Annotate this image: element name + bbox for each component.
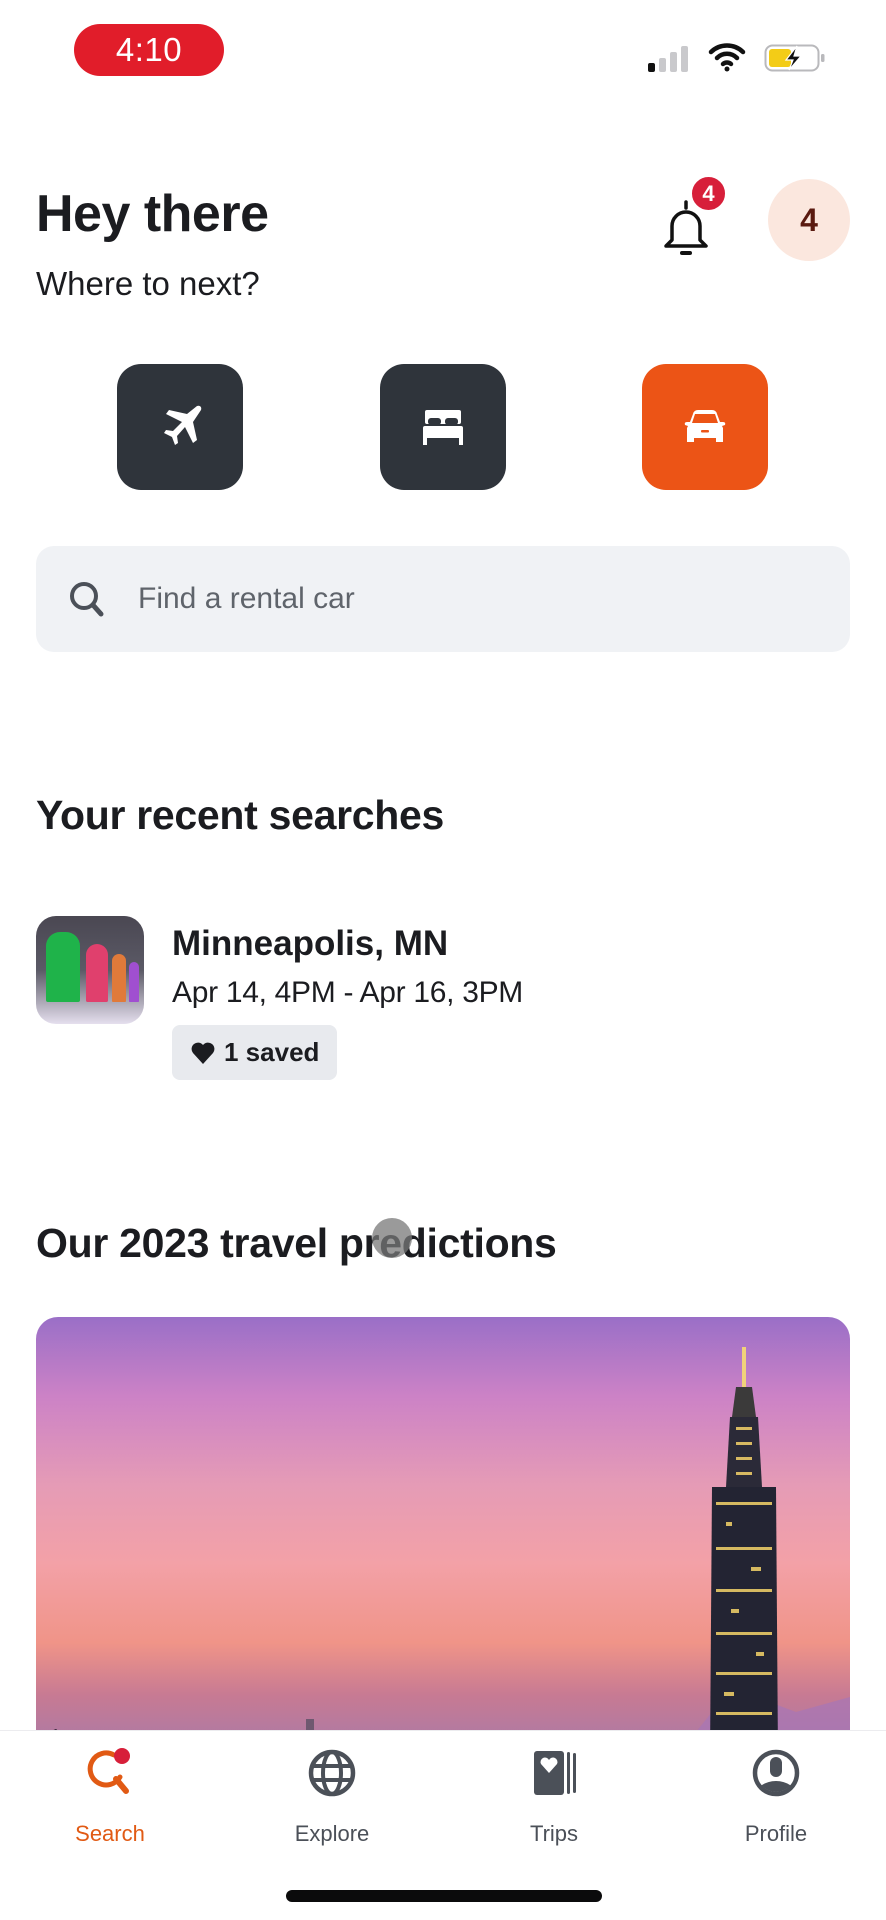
travel-predictions-card[interactable] xyxy=(36,1317,850,1757)
stays-button[interactable] xyxy=(380,364,506,490)
recent-search-item[interactable]: Minneapolis, MN Apr 14, 4PM - Apr 16, 3P… xyxy=(36,916,850,1086)
destination-thumbnail xyxy=(36,916,144,1024)
notification-badge: 4 xyxy=(690,175,727,212)
bed-icon xyxy=(423,410,463,445)
globe-icon xyxy=(308,1749,356,1797)
touch-indicator xyxy=(372,1218,412,1258)
nav-tab-explore[interactable]: Explore xyxy=(252,1747,412,1847)
cars-button[interactable] xyxy=(642,364,768,490)
profile-icon xyxy=(752,1749,800,1797)
flights-button[interactable] xyxy=(117,364,243,490)
search-icon xyxy=(87,1748,130,1794)
nav-label-explore: Explore xyxy=(294,1821,370,1846)
saved-count-label: 1 saved xyxy=(224,1037,320,1067)
search-input[interactable] xyxy=(138,582,788,616)
greeting-title: Hey there xyxy=(36,185,269,243)
predictions-heading: Our 2023 travel predictions xyxy=(36,1220,557,1266)
nav-tab-profile[interactable]: Profile xyxy=(696,1747,856,1847)
airplane-icon xyxy=(164,405,202,445)
greeting-subtitle: Where to next? xyxy=(36,265,260,302)
recent-search-location: Minneapolis, MN xyxy=(172,924,449,963)
saved-badge[interactable]: 1 saved xyxy=(172,1025,338,1080)
battery-charging-icon xyxy=(764,44,825,72)
nav-label-trips: Trips xyxy=(529,1821,579,1846)
cellular-signal-icon xyxy=(648,44,694,72)
taipei-skyline-image xyxy=(36,1347,850,1757)
avatar[interactable]: 4 xyxy=(768,179,850,261)
recent-searches-heading: Your recent searches xyxy=(36,792,445,838)
home-indicator[interactable] xyxy=(286,1890,602,1902)
search-bar[interactable] xyxy=(36,546,850,652)
nav-tab-search[interactable]: Search xyxy=(30,1747,190,1847)
wifi-icon xyxy=(708,43,746,72)
nav-tab-trips[interactable]: Trips xyxy=(474,1747,634,1847)
search-icon xyxy=(70,582,104,617)
nav-label-profile: Profile xyxy=(744,1821,808,1846)
nav-label-search: Search xyxy=(75,1821,145,1846)
recent-search-dates: Apr 14, 4PM - Apr 16, 3PM xyxy=(172,976,523,1009)
heart-icon xyxy=(191,1042,215,1064)
car-icon xyxy=(684,410,726,442)
status-time: 4:10 xyxy=(74,24,224,76)
trips-icon xyxy=(534,1751,576,1795)
